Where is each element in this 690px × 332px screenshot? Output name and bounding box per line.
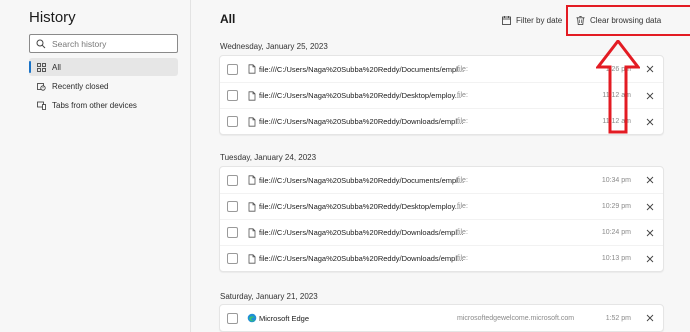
row-time: 1:52 pm (605, 314, 631, 322)
row-domain: file: (457, 92, 468, 99)
group-date: Saturday, January 21, 2023 (220, 292, 318, 301)
recent-tab-icon (37, 82, 46, 91)
row-title[interactable]: file:///C:/Users/Naga%20Subba%20Reddy/Do… (259, 254, 463, 263)
grid-icon (37, 62, 46, 72)
file-icon (247, 227, 257, 238)
row-domain: file: (457, 176, 468, 184)
devices-icon (37, 101, 46, 110)
history-row[interactable]: Microsoft Edge microsoftedgewelcome.micr… (220, 305, 663, 331)
history-row[interactable]: file:///C:/Users/Naga%20Subba%20Reddy/Do… (220, 219, 663, 245)
search-box[interactable] (29, 34, 178, 53)
sidebar: History All (0, 0, 191, 332)
sidebar-nav: All Recently closed Tabs from other devi… (29, 58, 178, 115)
sidebar-item-label: All (52, 62, 61, 72)
sidebar-item-all[interactable]: All (29, 58, 178, 76)
row-time: 10:29 pm (601, 203, 631, 210)
sidebar-item-label: Tabs from other devices (52, 100, 137, 110)
file-icon (247, 175, 257, 185)
row-domain: file: (457, 229, 468, 236)
filter-by-date-label: Filter by date (516, 15, 563, 25)
row-checkbox[interactable] (227, 174, 238, 186)
close-icon[interactable] (645, 313, 655, 323)
filter-by-date-button[interactable]: Filter by date (502, 12, 562, 28)
row-time: 10:34 pm (601, 176, 631, 184)
sidebar-title: History (29, 9, 76, 26)
history-card: file:///C:/Users/Naga%20Subba%20Reddy/Do… (219, 166, 664, 272)
history-card: Microsoft Edge microsoftedgewelcome.micr… (219, 304, 664, 332)
close-icon[interactable] (645, 228, 655, 238)
sidebar-item-label: Recently closed (52, 81, 109, 91)
file-icon (247, 90, 257, 101)
search-icon (36, 39, 46, 48)
row-title[interactable]: file:///C:/Users/Naga%20Subba%20Reddy/De… (259, 91, 461, 100)
clear-browsing-data-button[interactable]: Clear browsing data (566, 5, 690, 36)
close-icon[interactable] (645, 64, 655, 74)
row-title[interactable]: file:///C:/Users/Naga%20Subba%20Reddy/Do… (259, 117, 463, 126)
file-icon (247, 116, 257, 127)
row-title[interactable]: Microsoft Edge (259, 314, 309, 323)
file-icon (247, 64, 257, 74)
row-checkbox[interactable] (227, 201, 238, 212)
page-title: All (220, 12, 236, 26)
row-domain: microsoftedgewelcome.microsoft.com (457, 314, 575, 322)
row-checkbox[interactable] (227, 63, 238, 75)
annotation-arrow (596, 40, 640, 134)
row-time: 10:13 pm (601, 255, 631, 262)
history-row[interactable]: file:///C:/Users/Naga%20Subba%20Reddy/De… (220, 193, 663, 219)
row-domain: file: (457, 65, 468, 73)
close-icon[interactable] (645, 91, 655, 101)
row-title[interactable]: file:///C:/Users/Naga%20Subba%20Reddy/Do… (259, 176, 464, 185)
row-checkbox[interactable] (227, 90, 238, 101)
clear-browsing-data-label: Clear browsing data (590, 16, 662, 25)
close-icon[interactable] (645, 117, 655, 127)
sidebar-item-recently-closed[interactable]: Recently closed (29, 77, 178, 95)
file-icon (247, 201, 257, 212)
row-checkbox[interactable] (227, 312, 238, 324)
close-icon[interactable] (645, 254, 655, 264)
row-title[interactable]: file:///C:/Users/Naga%20Subba%20Reddy/Do… (259, 228, 463, 237)
sidebar-item-other-devices[interactable]: Tabs from other devices (29, 96, 178, 114)
row-title[interactable]: file:///C:/Users/Naga%20Subba%20Reddy/Do… (259, 65, 464, 74)
history-row[interactable]: file:///C:/Users/Naga%20Subba%20Reddy/Do… (220, 167, 663, 193)
close-icon[interactable] (645, 202, 655, 212)
edge-icon (247, 313, 257, 323)
row-domain: file: (457, 118, 468, 125)
close-icon[interactable] (645, 175, 655, 185)
row-domain: file: (457, 255, 468, 262)
row-time: 10:24 pm (601, 229, 631, 236)
row-title[interactable]: file:///C:/Users/Naga%20Subba%20Reddy/De… (259, 202, 461, 211)
history-row[interactable]: file:///C:/Users/Naga%20Subba%20Reddy/Do… (220, 245, 663, 271)
row-checkbox[interactable] (227, 116, 238, 127)
file-icon (247, 253, 257, 264)
search-input[interactable] (52, 38, 172, 49)
group-date: Tuesday, January 24, 2023 (220, 153, 317, 162)
row-domain: file: (457, 203, 468, 210)
filter-icon (502, 15, 511, 25)
trash-icon (576, 16, 585, 25)
row-checkbox[interactable] (227, 227, 238, 238)
row-checkbox[interactable] (227, 253, 238, 264)
group-date: Wednesday, January 25, 2023 (220, 42, 328, 51)
